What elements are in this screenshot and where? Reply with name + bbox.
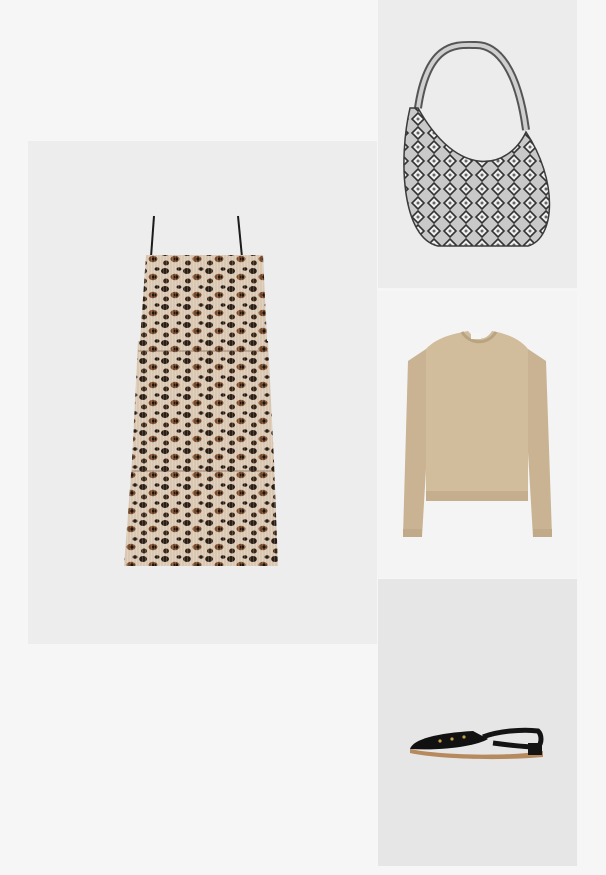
outfit-item-dress[interactable]	[28, 141, 377, 644]
outfit-item-shoe[interactable]	[378, 579, 577, 866]
snakeskin-shoulder-bag-image	[403, 40, 551, 247]
black-slingback-flat-image	[410, 727, 544, 760]
leopard-print-dress-image	[124, 215, 278, 566]
outfit-item-bag[interactable]	[378, 0, 577, 288]
beige-knit-sweater-image	[403, 331, 552, 537]
outfit-item-sweater[interactable]	[378, 291, 577, 578]
